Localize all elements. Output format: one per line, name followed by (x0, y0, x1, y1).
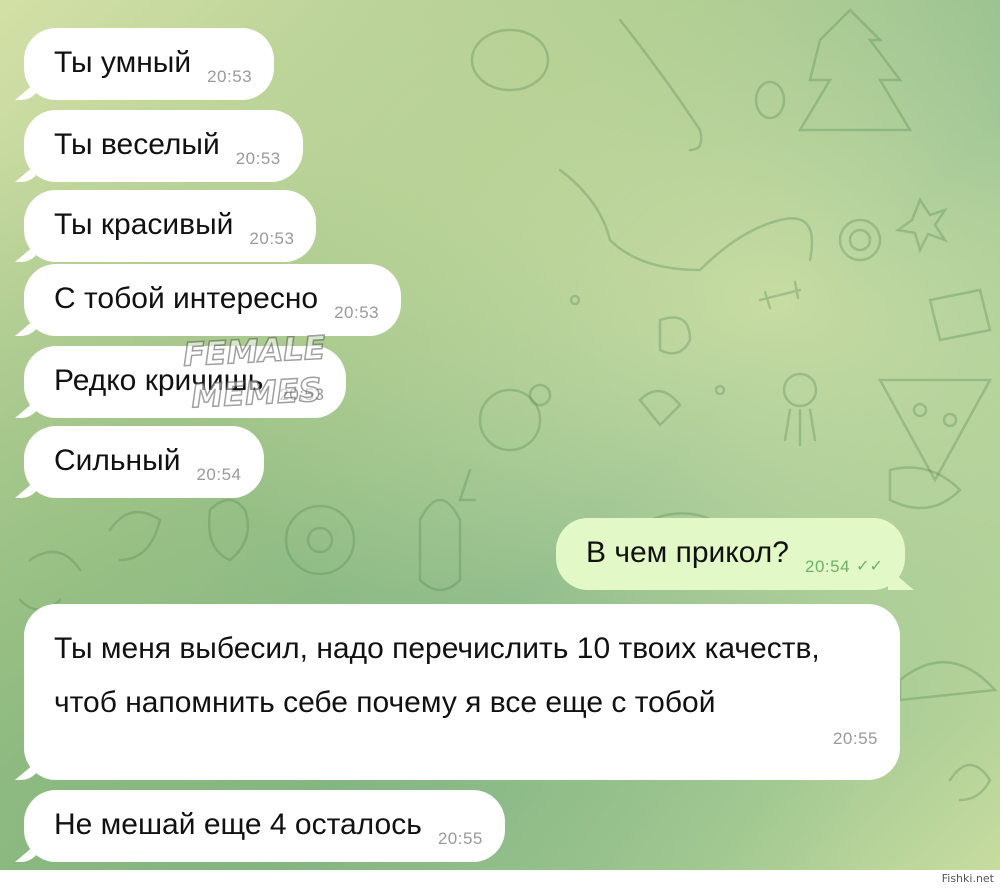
double-check-icon: ✓✓ (856, 558, 883, 575)
message-time: 20:55 (832, 729, 878, 748)
message-text: Не мешай еще 4 осталось (54, 808, 422, 841)
message-incoming[interactable]: С тобой интересно 20:53 (24, 264, 402, 336)
message-text: Ты умный (54, 46, 192, 79)
message-text: Ты меня выбесил, надо перечислить 10 тво… (54, 632, 820, 719)
message-text: В чем прикол? (586, 536, 789, 569)
message-incoming-long[interactable]: Ты меня выбесил, надо перечислить 10 тво… (24, 604, 900, 780)
message-time: 20:53 (249, 229, 295, 248)
watermark-line-2: MEMES (190, 370, 324, 416)
message-text: С тобой интересно (54, 282, 319, 315)
source-watermark: Fishki.net (941, 872, 994, 885)
message-text: Сильный (54, 444, 181, 477)
message-text: Ты веселый (54, 128, 220, 161)
message-outgoing[interactable]: В чем прикол? 20:54 ✓✓ (556, 518, 905, 590)
message-incoming[interactable]: Не мешай еще 4 осталось 20:55 (24, 790, 505, 862)
message-text: Ты красивый (54, 208, 234, 241)
message-time: 20:53 (235, 149, 281, 168)
message-incoming[interactable]: Ты умный 20:53 (24, 28, 275, 100)
message-incoming[interactable]: Ты веселый 20:53 (24, 110, 303, 182)
message-time: 20:54 (804, 557, 851, 576)
message-time: 20:55 (437, 829, 483, 848)
message-incoming[interactable]: Ты красивый 20:53 (24, 190, 317, 262)
message-time: 20:53 (334, 303, 380, 322)
bottom-strip (0, 870, 1000, 888)
watermark-logo: FEMALE MEMES (173, 326, 339, 444)
message-time: 20:53 (207, 67, 253, 86)
message-time: 20:54 (196, 465, 242, 484)
